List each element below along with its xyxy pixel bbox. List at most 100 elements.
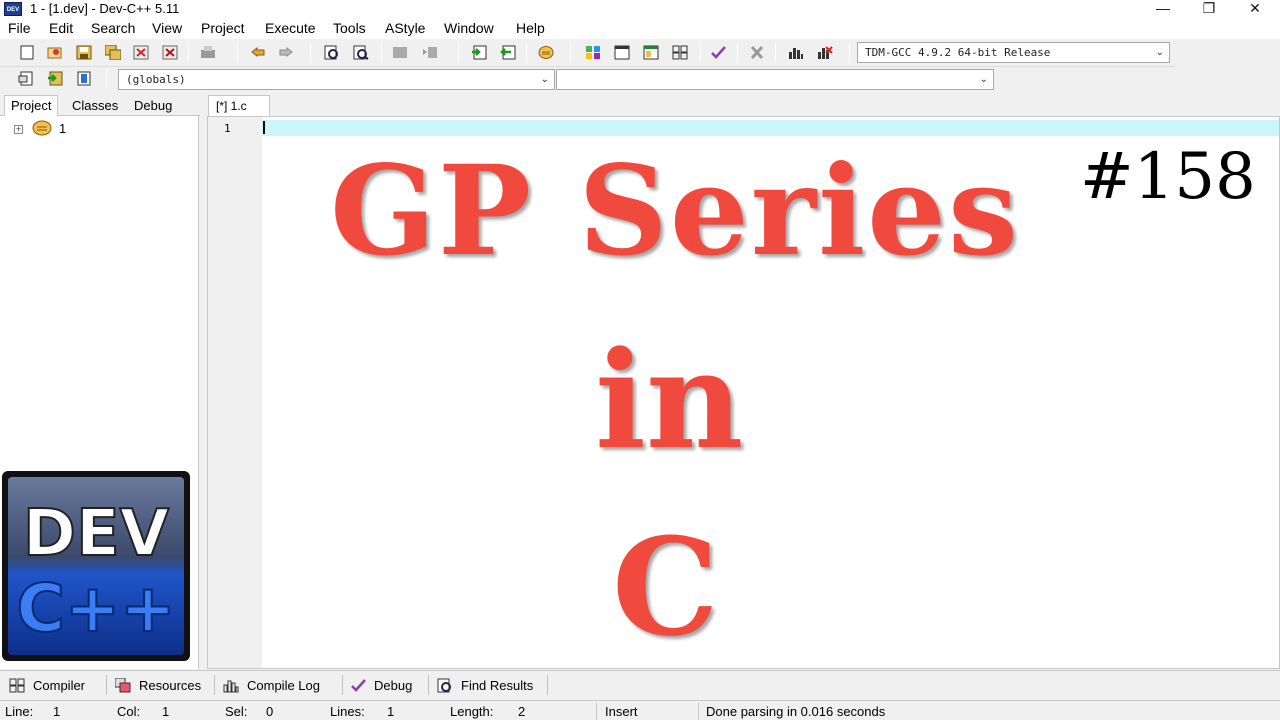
add-to-project-button[interactable] — [469, 43, 489, 62]
tab-find-results-label: Find Results — [461, 677, 534, 693]
remove-from-project-button[interactable] — [498, 43, 518, 62]
tab-compile-log-label: Compile Log — [247, 677, 320, 693]
tab-debug-output-label: Debug — [374, 677, 413, 693]
menu-execute[interactable]: Execute — [265, 20, 316, 36]
compiler-select-value: TDM-GCC 4.9.2 64-bit Release — [865, 46, 1051, 59]
tab-debug[interactable]: Debug — [128, 96, 178, 116]
logo-cpp-text: C++ — [16, 570, 175, 647]
profile-button[interactable] — [786, 43, 806, 62]
print-button[interactable] — [198, 43, 218, 62]
indent-icon — [393, 47, 407, 58]
add-to-project-icon — [472, 45, 487, 60]
tab-debug-output[interactable]: Debug — [350, 674, 412, 696]
tree-item-project[interactable]: 1 — [59, 121, 66, 136]
stop-icon — [750, 45, 764, 60]
compile-button[interactable] — [583, 43, 603, 62]
tab-project[interactable]: Project — [4, 95, 59, 117]
line-number-gutter: 1 — [208, 117, 262, 668]
new-file-button[interactable] — [17, 43, 37, 62]
rebuild-all-button[interactable] — [670, 43, 690, 62]
menu-window[interactable]: Window — [444, 20, 494, 36]
status-col-value: 1 — [162, 704, 170, 719]
close-all-button[interactable] — [160, 43, 180, 62]
project-options-button[interactable] — [536, 43, 556, 62]
tab-classes[interactable]: Classes — [66, 96, 124, 116]
run-button[interactable] — [612, 43, 632, 62]
tab-compiler[interactable]: Compiler — [9, 674, 85, 696]
open-icon — [47, 47, 62, 59]
status-col-label: Col: — [117, 704, 141, 719]
minimize-button[interactable]: — — [1140, 0, 1186, 18]
insert-button[interactable] — [16, 69, 36, 88]
close-file-button[interactable] — [131, 43, 151, 62]
close-button[interactable]: ✕ — [1232, 0, 1278, 18]
tab-resources[interactable]: Resources — [115, 674, 201, 696]
menu-tools[interactable]: Tools — [333, 20, 366, 36]
rebuild-all-icon — [672, 45, 688, 60]
chevron-down-icon: ⌄ — [1155, 47, 1164, 58]
menu-search[interactable]: Search — [91, 20, 135, 36]
stop-execution-button[interactable] — [747, 43, 767, 62]
close-file-icon — [133, 45, 149, 60]
chevron-down-icon: ⌄ — [979, 74, 988, 85]
tab-compile-log[interactable]: Compile Log — [223, 674, 320, 696]
toolbar-separator — [237, 43, 238, 63]
tree-expand-toggle[interactable]: + — [14, 125, 23, 134]
toggle-bookmark-button[interactable] — [45, 69, 65, 88]
save-icon — [76, 45, 92, 60]
undo-button[interactable] — [248, 43, 268, 62]
toolbar-separator — [570, 43, 571, 63]
remove-from-project-icon — [500, 45, 516, 60]
new-file-icon — [20, 45, 34, 60]
toolbar-separator — [188, 43, 189, 63]
status-line-value: 1 — [53, 704, 61, 719]
toolbar-separator — [775, 43, 776, 63]
check-icon — [351, 678, 366, 692]
unindent-button[interactable] — [420, 43, 440, 62]
members-select[interactable]: ⌄ — [556, 69, 994, 90]
active-line-highlight — [262, 120, 1279, 136]
find-icon — [324, 45, 338, 60]
resources-icon — [115, 677, 131, 692]
status-separator — [596, 703, 597, 720]
print-icon — [201, 46, 215, 58]
delete-profile-button[interactable] — [815, 43, 835, 62]
tab-file-1c[interactable]: [*] 1.c — [208, 95, 270, 117]
menu-file[interactable]: File — [8, 20, 31, 36]
status-sel-label: Sel: — [225, 704, 248, 719]
menu-view[interactable]: View — [152, 20, 182, 36]
globals-select[interactable]: (globals) ⌄ — [118, 69, 555, 90]
project-options-icon — [538, 46, 554, 59]
class-toolbar: (globals) ⌄ ⌄ — [0, 67, 1000, 93]
tab-separator — [106, 675, 107, 695]
chart-icon — [223, 680, 239, 692]
compile-run-button[interactable] — [641, 43, 661, 62]
chart-icon — [789, 48, 803, 59]
save-button[interactable] — [74, 43, 94, 62]
toolbar-separator — [849, 43, 850, 63]
compiler-select[interactable]: TDM-GCC 4.9.2 64-bit Release ⌄ — [857, 42, 1170, 63]
goto-bookmark-button[interactable] — [74, 69, 94, 88]
menu-project[interactable]: Project — [201, 20, 245, 36]
redo-button[interactable] — [276, 43, 296, 62]
open-button[interactable] — [45, 43, 65, 62]
status-mode: Insert — [605, 704, 638, 719]
find-icon — [437, 678, 451, 692]
overlay-in: in — [595, 321, 744, 479]
menu-help[interactable]: Help — [516, 20, 545, 36]
left-panel-tabs: Project Classes Debug — [0, 94, 200, 117]
menu-astyle[interactable]: AStyle — [385, 20, 425, 36]
find-button[interactable] — [322, 43, 342, 62]
bookmark-icon — [48, 71, 63, 86]
chevron-down-icon: ⌄ — [540, 74, 549, 85]
tab-find-results[interactable]: Find Results — [437, 674, 533, 696]
dev-cpp-logo: DEV C++ — [2, 471, 190, 661]
replace-button[interactable] — [351, 43, 371, 62]
syntax-check-button[interactable] — [708, 43, 728, 62]
menu-edit[interactable]: Edit — [49, 20, 73, 36]
restore-button[interactable]: ❐ — [1186, 0, 1232, 18]
title-bar: DEV 1 - [1.dev] - Dev-C++ 5.11 — ❐ ✕ — [0, 0, 1280, 18]
overlay-language: C — [612, 508, 719, 666]
save-all-button[interactable] — [103, 43, 123, 62]
indent-button[interactable] — [390, 43, 410, 62]
